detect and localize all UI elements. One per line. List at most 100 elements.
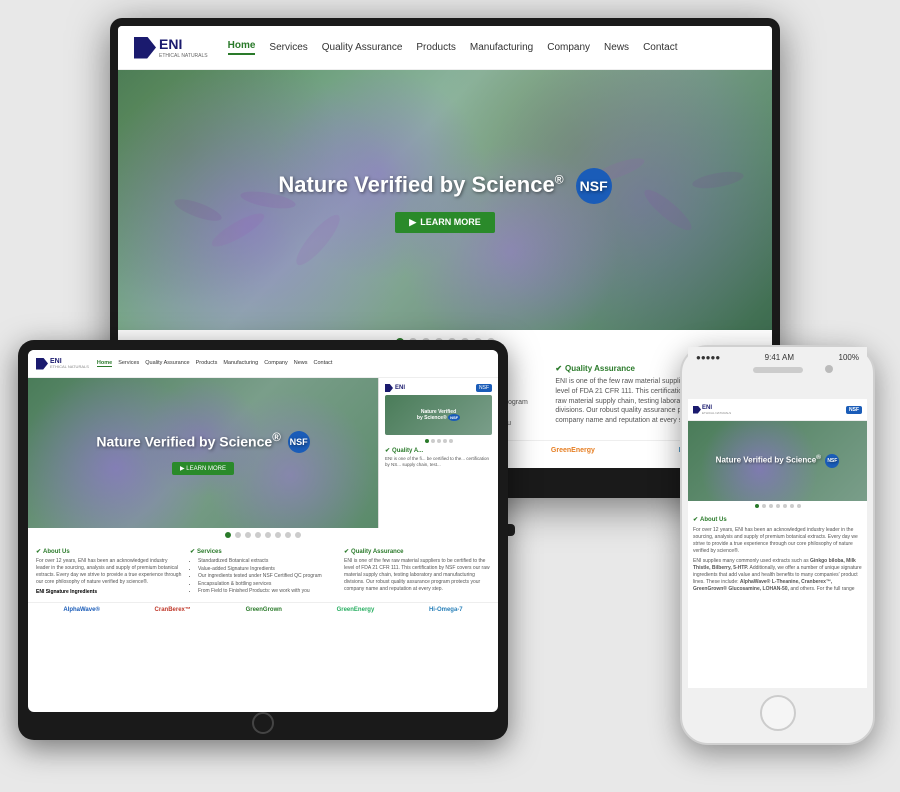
tablet-panel-hero-thumb: Nature Verifiedby Science® NSF	[385, 395, 492, 435]
tablet-hero-area: Nature Verified by Science® NSF ▶ LEARN …	[28, 378, 498, 528]
tablet-dot-8[interactable]	[295, 532, 301, 538]
tablet-dot-1[interactable]	[225, 532, 231, 538]
phone-home-button[interactable]	[760, 695, 796, 731]
nav-products[interactable]: Products	[416, 42, 455, 53]
logo-icon	[134, 37, 156, 59]
panel-dot-2	[431, 439, 435, 443]
phone-ingredient-list: AlphaWave® L-Theanine, Cranberex™, Green…	[693, 579, 832, 592]
phone-about-heading: ✔ About Us	[693, 516, 862, 524]
tablet-about-check: ✔	[36, 548, 41, 555]
tablet-quality-col: ✔ Quality Assurance ENI is one of the fe…	[344, 548, 490, 596]
phone-about-check: ✔	[693, 516, 698, 524]
phone-time: 9:41 AM	[765, 353, 794, 362]
tablet-panel-logo-text: ENI	[395, 385, 405, 391]
nav-quality[interactable]: Quality Assurance	[322, 42, 403, 53]
tablet-hero: Nature Verified by Science® NSF ▶ LEARN …	[28, 378, 378, 528]
tablet-learn-more[interactable]: ▶ LEARN MORE	[172, 462, 234, 475]
tablet-services-col: ✔ Services Standardized Botanical extrac…	[190, 548, 336, 596]
logo-name: ETHICAL NATURALS	[159, 54, 208, 59]
phone-frame: ●●●●● 9:41 AM 100% ENI ETHICAL NATURALS	[680, 345, 875, 745]
quality-icon: ✔	[555, 364, 562, 373]
nav-manufacturing[interactable]: Manufacturing	[470, 42, 533, 53]
nav-home[interactable]: Home	[228, 40, 256, 55]
tablet-trademark: ®	[272, 431, 281, 444]
phone-hero-dots	[688, 501, 867, 511]
tablet-dot-6[interactable]	[275, 532, 281, 538]
tablet-screen: ENI ETHICAL NATURALS Home Services Quali…	[28, 350, 498, 712]
hero-trademark: ®	[555, 172, 564, 186]
tablet-panel-quality-heading: ✔ Quality A...	[385, 447, 492, 454]
tablet-panel-check: ✔	[385, 447, 390, 454]
tablet-dot-2[interactable]	[235, 532, 241, 538]
tablet-brand-energy: GreenEnergy	[337, 607, 375, 613]
phone-dot-4[interactable]	[776, 504, 780, 508]
tablet-signature-label: ENI Signature Ingredients	[36, 589, 182, 595]
tablet-dot-3[interactable]	[245, 532, 251, 538]
phone-signal: ●●●●●	[696, 353, 720, 362]
phone-nsf-label: NSF	[846, 406, 862, 414]
phone-nav: ENI ETHICAL NATURALS NSF	[688, 399, 867, 421]
logo-eni: ENI	[159, 36, 182, 52]
tablet: ENI ETHICAL NATURALS Home Services Quali…	[18, 340, 508, 740]
tablet-nav-products[interactable]: Products	[196, 360, 218, 367]
learn-more-button[interactable]: ▶ LEARN MORE	[395, 212, 494, 233]
phone-nsf-badge: NSF	[825, 454, 839, 468]
desktop-nav: ENI ETHICAL NATURALS Home Services Quali…	[118, 26, 772, 70]
tablet-nav-company[interactable]: Company	[264, 360, 288, 367]
tablet-nav-contact[interactable]: Contact	[314, 360, 333, 367]
tablet-nav-manufacturing[interactable]: Manufacturing	[223, 360, 258, 367]
phone-dot-1[interactable]	[755, 504, 759, 508]
phone-dot-5[interactable]	[783, 504, 787, 508]
tablet-nav-services[interactable]: Services	[118, 360, 139, 367]
tablet-hero-main: Nature Verified by Science® NSF ▶ LEARN …	[28, 378, 378, 528]
tablet-service-4: Encapsulation & bottling services	[198, 581, 336, 589]
nav-company[interactable]: Company	[547, 42, 590, 53]
tablet-learn-icon: ▶	[180, 466, 185, 472]
tablet-dot-7[interactable]	[285, 532, 291, 538]
tablet-right-panel: ENI NSF Nature Verifiedby Science® NSF	[378, 378, 498, 528]
panel-dot-5	[449, 439, 453, 443]
panel-dot-1	[425, 439, 429, 443]
tablet-nav-news[interactable]: News	[294, 360, 308, 367]
tablet-nsf-badge: NSF	[288, 431, 310, 453]
tablet-service-1: Standardized Botanical extracts	[198, 558, 336, 566]
phone-dot-7[interactable]	[797, 504, 801, 508]
nsf-badge: NSF	[576, 168, 612, 204]
tablet-panel-nsf-mini: NSF	[448, 414, 460, 421]
logo-text: ENI ETHICAL NATURALS	[159, 36, 208, 59]
tablet-quality-heading: ✔ Quality Assurance	[344, 548, 490, 555]
phone-dot-2[interactable]	[762, 504, 766, 508]
phone-hero-text: Nature Verified by Science® NSF	[716, 454, 840, 469]
phone-about-text-1: For over 12 years, ENI has been an ackno…	[693, 527, 862, 555]
tablet-nav-quality[interactable]: Quality Assurance	[145, 360, 189, 367]
tablet-brand-green: GreenGrown	[246, 607, 282, 613]
phone-status-bar: ●●●●● 9:41 AM 100%	[688, 347, 867, 367]
tablet-dot-4[interactable]	[255, 532, 261, 538]
tablet-home-button[interactable]	[252, 712, 274, 734]
tablet-quality-text: ENI is one of the few raw material suppl…	[344, 558, 490, 593]
tablet-hero-title-text: Nature Verified by Science	[96, 433, 272, 449]
tablet-panel-dots	[385, 439, 492, 443]
tablet-nav-links: Home Services Quality Assurance Products…	[97, 360, 333, 367]
tablet-hero-text: Nature Verified by Science® NSF ▶ LEARN …	[96, 431, 309, 476]
desktop-hero: Nature Verified by Science® NSF ▶ LEARN …	[118, 70, 772, 330]
tablet-service-5: From Field to Finished Products: we work…	[198, 588, 336, 596]
tablet-panel-quality-text: ENI is one of the fi... be certified to …	[385, 456, 492, 469]
panel-dot-3	[437, 439, 441, 443]
phone-dot-3[interactable]	[769, 504, 773, 508]
phone-about-section: ✔ About Us For over 12 years, ENI has be…	[688, 511, 867, 601]
phone-extract-list: Ginkgo biloba, Milk Thistle, Bilberry, 5…	[693, 558, 856, 571]
nav-news[interactable]: News	[604, 42, 629, 53]
phone-speaker	[753, 367, 803, 373]
tablet-brand-omega: Hi-Omega-7	[429, 607, 463, 613]
nav-contact[interactable]: Contact	[643, 42, 677, 53]
tablet-dot-5[interactable]	[265, 532, 271, 538]
phone-dot-6[interactable]	[790, 504, 794, 508]
phone-logo: ENI ETHICAL NATURALS	[693, 405, 731, 415]
scene: ENI ETHICAL NATURALS Home Services Quali…	[0, 0, 900, 792]
nav-services[interactable]: Services	[269, 42, 307, 53]
phone-logo-name: ETHICAL NATURALS	[702, 411, 731, 415]
panel-dot-4	[443, 439, 447, 443]
tablet-nav-home[interactable]: Home	[97, 360, 112, 367]
tablet-panel-logo-icon	[385, 384, 393, 392]
